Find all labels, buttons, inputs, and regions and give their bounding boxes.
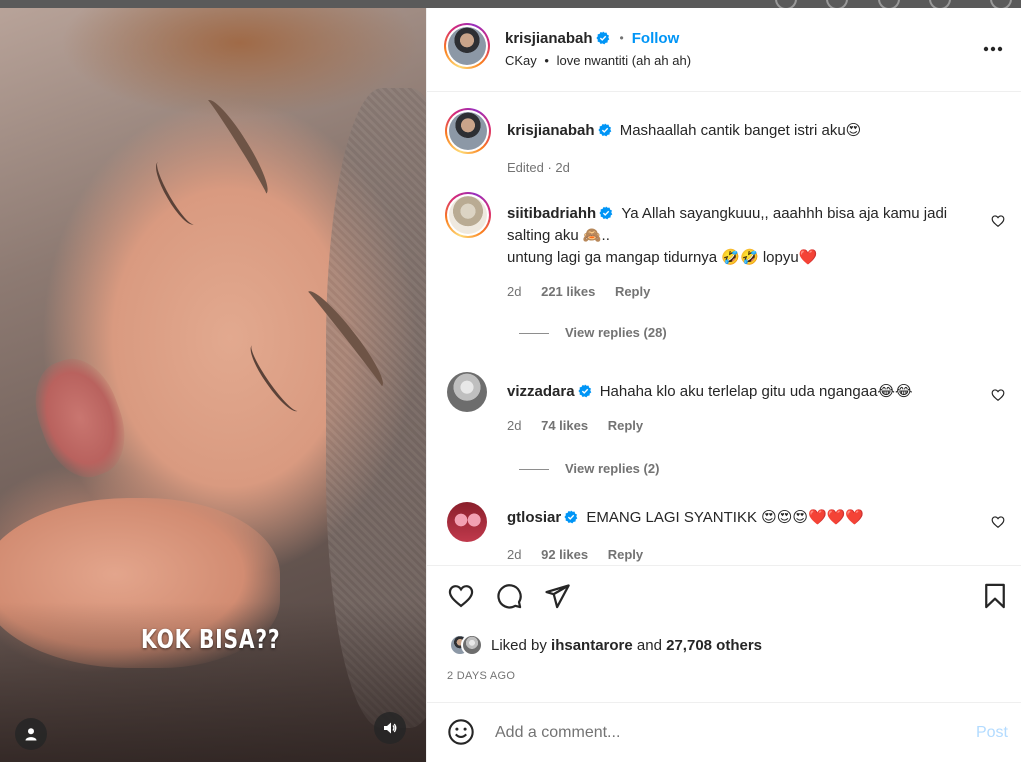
audio-attribution[interactable]: CKay • love nwantiti (ah ah ah) xyxy=(505,53,691,68)
comment-username[interactable]: gtlosiar xyxy=(507,509,561,526)
story-ring[interactable] xyxy=(445,192,491,238)
comment-input[interactable] xyxy=(495,719,955,747)
comment-likes[interactable]: 221 likes xyxy=(541,284,595,299)
reply-button[interactable]: Reply xyxy=(615,284,650,299)
avatar xyxy=(449,196,487,234)
comment-username[interactable]: siitibadriahh xyxy=(507,205,596,222)
reply-button[interactable]: Reply xyxy=(608,547,643,562)
comment-like-icon[interactable] xyxy=(991,214,1005,228)
liker-avatar xyxy=(461,634,483,656)
smiley-icon[interactable] xyxy=(447,718,475,746)
comment-text: EMANG LAGI SYANTIKK 😍😍😍❤️❤️❤️ xyxy=(586,509,865,526)
header-separator: • xyxy=(619,31,624,45)
header-username[interactable]: krisjianabah xyxy=(505,30,593,47)
comment-item: vizzadara Hahaha klo aku terlelap gitu u… xyxy=(445,368,1005,478)
background-page-strip xyxy=(0,0,1021,10)
avatar[interactable] xyxy=(447,372,487,412)
verified-badge-icon xyxy=(595,31,609,45)
sound-toggle-button[interactable] xyxy=(374,712,406,744)
liked-and: and xyxy=(636,636,662,654)
verified-badge-icon xyxy=(564,510,578,524)
user-tag-button[interactable] xyxy=(15,718,47,750)
view-replies-button[interactable]: View replies (28) xyxy=(519,325,667,340)
view-replies-label: View replies (28) xyxy=(565,325,667,340)
caption-meta: Edited · 2d xyxy=(507,160,570,175)
post-video[interactable]: KOK BISA?? xyxy=(0,8,426,762)
liked-prefix: Liked by xyxy=(491,636,547,654)
view-replies-label: View replies (2) xyxy=(565,461,660,476)
view-replies-button[interactable]: View replies (2) xyxy=(519,461,659,476)
photo-lips xyxy=(21,347,139,489)
comment-item: siitibadriahh Ya Allah sayangkuuu,, aaah… xyxy=(445,192,1005,342)
liked-others[interactable]: 27,708 others xyxy=(666,637,762,654)
post-timestamp[interactable]: 2 DAYS AGO xyxy=(447,670,515,682)
audio-title: love nwantiti (ah ah ah) xyxy=(556,53,692,68)
avatar xyxy=(449,112,487,150)
heart-icon[interactable] xyxy=(447,582,475,610)
comment-icon[interactable] xyxy=(495,582,523,610)
comment-text: Hahaha klo aku terlelap gitu uda ngangaa… xyxy=(599,383,913,400)
comments-list: krisjianabah Mashaallah cantik banget is… xyxy=(427,93,1021,565)
avatar[interactable] xyxy=(447,502,487,542)
liked-user[interactable]: ihsantarore xyxy=(551,637,633,654)
comment-like-icon[interactable] xyxy=(991,388,1005,402)
comment-time: 2d xyxy=(507,418,522,433)
photo-eye xyxy=(243,339,307,417)
action-bar: Liked by ihsantarore and 27,708 others 2… xyxy=(427,565,1021,683)
verified-badge-icon xyxy=(577,384,591,398)
comment-text-block: gtlosiar EMANG LAGI SYANTIKK 😍😍😍❤️❤️❤️ xyxy=(507,507,987,529)
comment-text-block: siitibadriahh Ya Allah sayangkuuu,, aaah… xyxy=(507,203,987,269)
more-horizontal-icon[interactable] xyxy=(983,46,1003,52)
story-ring[interactable] xyxy=(444,23,490,69)
comment-meta: 2d 92 likes Reply xyxy=(507,547,659,562)
audio-separator: • xyxy=(544,53,549,68)
comment-time: 2d xyxy=(507,547,522,562)
comment-username[interactable]: vizzadara xyxy=(507,383,575,400)
comment-like-icon[interactable] xyxy=(991,515,1005,529)
comment-text: untung lagi ga mangap tidurnya 🤣🤣 lopyu❤… xyxy=(507,249,818,266)
post-button[interactable]: Post xyxy=(976,724,1008,742)
bookmark-icon[interactable] xyxy=(981,582,1009,610)
caption-text: Mashaallah cantik banget istri aku😍 xyxy=(619,122,862,139)
divider-line xyxy=(519,469,549,471)
post-details-panel: krisjianabah • Follow CKay • love nwanti… xyxy=(426,8,1021,762)
photo-eye xyxy=(149,156,203,230)
verified-badge-icon xyxy=(597,123,611,137)
comment-item: gtlosiar EMANG LAGI SYANTIKK 😍😍😍❤️❤️❤️ 2… xyxy=(445,498,1005,568)
audio-artist: CKay xyxy=(505,53,537,68)
send-icon[interactable] xyxy=(543,582,571,610)
user-tag-icon xyxy=(25,728,37,741)
verified-badge-icon xyxy=(599,206,613,220)
post-header: krisjianabah • Follow CKay • love nwanti… xyxy=(427,8,1021,92)
caption-text-block: krisjianabah Mashaallah cantik banget is… xyxy=(507,120,987,142)
follow-button[interactable]: Follow xyxy=(632,30,680,47)
comment-likes[interactable]: 92 likes xyxy=(541,547,588,562)
comment-composer: Post xyxy=(427,702,1021,762)
comment-text-block: vizzadara Hahaha klo aku terlelap gitu u… xyxy=(507,381,987,403)
divider-line xyxy=(519,333,549,335)
video-overlay-text: KOK BISA?? xyxy=(141,625,281,655)
comment-meta: 2d 74 likes Reply xyxy=(507,418,659,433)
comment-time: 2d xyxy=(507,284,522,299)
reply-button[interactable]: Reply xyxy=(608,418,643,433)
caption: krisjianabah Mashaallah cantik banget is… xyxy=(445,108,1005,175)
liked-by: Liked by ihsantarore and 27,708 others xyxy=(449,632,762,658)
caption-username[interactable]: krisjianabah xyxy=(507,122,595,139)
comment-likes[interactable]: 74 likes xyxy=(541,418,588,433)
comment-meta: 2d 221 likes Reply xyxy=(507,284,666,299)
avatar xyxy=(448,27,486,65)
story-ring[interactable] xyxy=(445,108,491,154)
speaker-icon xyxy=(384,722,397,734)
